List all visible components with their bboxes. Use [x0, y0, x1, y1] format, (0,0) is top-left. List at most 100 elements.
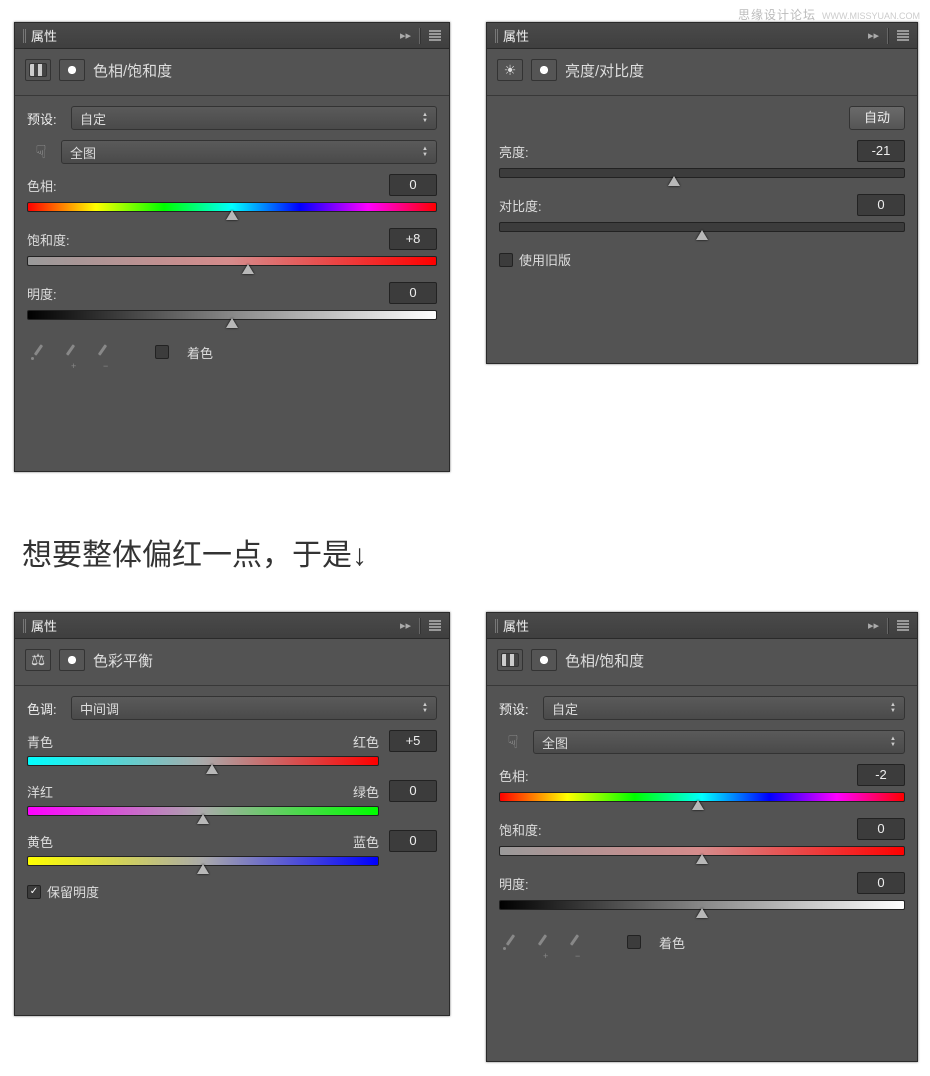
- adjustment-icon[interactable]: [25, 59, 51, 81]
- green-label: 绿色: [353, 782, 379, 801]
- panel-menu-icon[interactable]: [429, 30, 441, 42]
- eyedropper-plus-icon[interactable]: [59, 342, 79, 362]
- eyedropper-icon[interactable]: [27, 342, 47, 362]
- yellow-blue-slider[interactable]: [27, 856, 379, 866]
- down-arrow-icon: ↓: [352, 539, 367, 572]
- yellow-label: 黄色: [27, 832, 53, 851]
- collapse-icon[interactable]: ▸▸: [400, 29, 411, 42]
- range-dropdown[interactable]: 全图 ▲▼: [61, 140, 437, 164]
- colorize-label: 着色: [659, 933, 685, 952]
- targeted-adjust-icon[interactable]: ☟: [27, 142, 55, 163]
- light-label: 明度:: [499, 874, 529, 893]
- brightness-icon[interactable]: ☀: [497, 59, 523, 81]
- range-dropdown[interactable]: 全图 ▲▼: [533, 730, 905, 754]
- collapse-icon[interactable]: ▸▸: [400, 619, 411, 632]
- panel-title: 属性: [503, 26, 868, 45]
- preset-label: 预设:: [27, 109, 71, 128]
- yb-input[interactable]: 0: [389, 830, 437, 852]
- panel-hue-sat-2: 属性 ▸▸ 色相/饱和度 预设: 自定 ▲▼ ☟ 全图 ▲▼ 色: [486, 612, 918, 1062]
- divider: [887, 618, 889, 634]
- legacy-checkbox[interactable]: [499, 253, 513, 267]
- sat-slider[interactable]: [499, 846, 905, 856]
- divider: [419, 28, 421, 44]
- divider: [887, 28, 889, 44]
- eyedropper-icon[interactable]: [499, 932, 519, 952]
- preset-dropdown[interactable]: 自定 ▲▼: [543, 696, 905, 720]
- panel-title: 属性: [503, 616, 868, 635]
- sat-label: 饱和度:: [27, 230, 70, 249]
- panel-subtitle: 色彩平衡: [93, 650, 153, 671]
- range-value: 全图: [70, 143, 96, 162]
- hue-input[interactable]: -2: [857, 764, 905, 786]
- preset-value: 自定: [552, 699, 578, 718]
- cr-input[interactable]: +5: [389, 730, 437, 752]
- colorize-checkbox[interactable]: [155, 345, 169, 359]
- adjustment-icon[interactable]: [497, 649, 523, 671]
- divider: [419, 618, 421, 634]
- panel-menu-icon[interactable]: [897, 620, 909, 632]
- sat-slider[interactable]: [27, 256, 437, 266]
- contrast-slider[interactable]: [499, 222, 905, 232]
- sat-input[interactable]: +8: [389, 228, 437, 250]
- mask-icon[interactable]: [531, 649, 557, 671]
- panel-controls: ▸▸: [868, 618, 909, 634]
- red-label: 红色: [353, 732, 379, 751]
- grip-icon: [495, 619, 499, 633]
- panel-title: 属性: [31, 26, 400, 45]
- grip-icon: [23, 29, 27, 43]
- light-slider[interactable]: [499, 900, 905, 910]
- eyedropper-minus-icon[interactable]: [91, 342, 111, 362]
- preset-label: 预设:: [499, 699, 543, 718]
- mask-icon[interactable]: [59, 59, 85, 81]
- magenta-label: 洋红: [27, 782, 53, 801]
- eyedropper-minus-icon[interactable]: [563, 932, 583, 952]
- brightness-label: 亮度:: [499, 142, 529, 161]
- brightness-slider[interactable]: [499, 168, 905, 178]
- targeted-adjust-icon[interactable]: ☟: [499, 732, 527, 753]
- preset-value: 自定: [80, 109, 106, 128]
- tone-label: 色调:: [27, 699, 71, 718]
- mask-icon[interactable]: [59, 649, 85, 671]
- light-input[interactable]: 0: [389, 282, 437, 304]
- colorize-label: 着色: [187, 343, 213, 362]
- collapse-icon[interactable]: ▸▸: [868, 619, 879, 632]
- mask-icon[interactable]: [531, 59, 557, 81]
- balance-icon[interactable]: ⚖: [25, 649, 51, 671]
- panel-header[interactable]: 属性 ▸▸: [487, 613, 917, 639]
- sat-input[interactable]: 0: [857, 818, 905, 840]
- preserve-label: 保留明度: [47, 882, 99, 901]
- range-value: 全图: [542, 733, 568, 752]
- panel-header[interactable]: 属性 ▸▸: [15, 613, 449, 639]
- panel-menu-icon[interactable]: [429, 620, 441, 632]
- tone-dropdown[interactable]: 中间调 ▲▼: [71, 696, 437, 720]
- light-input[interactable]: 0: [857, 872, 905, 894]
- collapse-icon[interactable]: ▸▸: [868, 29, 879, 42]
- magenta-green-slider[interactable]: [27, 806, 379, 816]
- contrast-input[interactable]: 0: [857, 194, 905, 216]
- cyan-red-slider[interactable]: [27, 756, 379, 766]
- panel-menu-icon[interactable]: [897, 30, 909, 42]
- contrast-label: 对比度:: [499, 196, 542, 215]
- hue-slider[interactable]: [27, 202, 437, 212]
- eyedropper-plus-icon[interactable]: [531, 932, 551, 952]
- panel-subtitle: 色相/饱和度: [565, 650, 644, 671]
- panel-header[interactable]: 属性 ▸▸: [15, 23, 449, 49]
- auto-button[interactable]: 自动: [849, 106, 905, 130]
- panel-color-balance: 属性 ▸▸ ⚖ 色彩平衡 色调: 中间调 ▲▼ 青色 红色 +5: [14, 612, 450, 1016]
- grip-icon: [23, 619, 27, 633]
- hue-slider[interactable]: [499, 792, 905, 802]
- hue-label: 色相:: [499, 766, 529, 785]
- preserve-checkbox[interactable]: ✓: [27, 885, 41, 899]
- light-label: 明度:: [27, 284, 57, 303]
- light-slider[interactable]: [27, 310, 437, 320]
- preset-dropdown[interactable]: 自定 ▲▼: [71, 106, 437, 130]
- brightness-input[interactable]: -21: [857, 140, 905, 162]
- caption-text: 想要整体偏红一点，于是↓: [22, 530, 367, 574]
- panel-header[interactable]: 属性 ▸▸: [487, 23, 917, 49]
- grip-icon: [495, 29, 499, 43]
- mg-input[interactable]: 0: [389, 780, 437, 802]
- hue-input[interactable]: 0: [389, 174, 437, 196]
- legacy-label: 使用旧版: [519, 250, 571, 269]
- colorize-checkbox[interactable]: [627, 935, 641, 949]
- tone-value: 中间调: [80, 699, 119, 718]
